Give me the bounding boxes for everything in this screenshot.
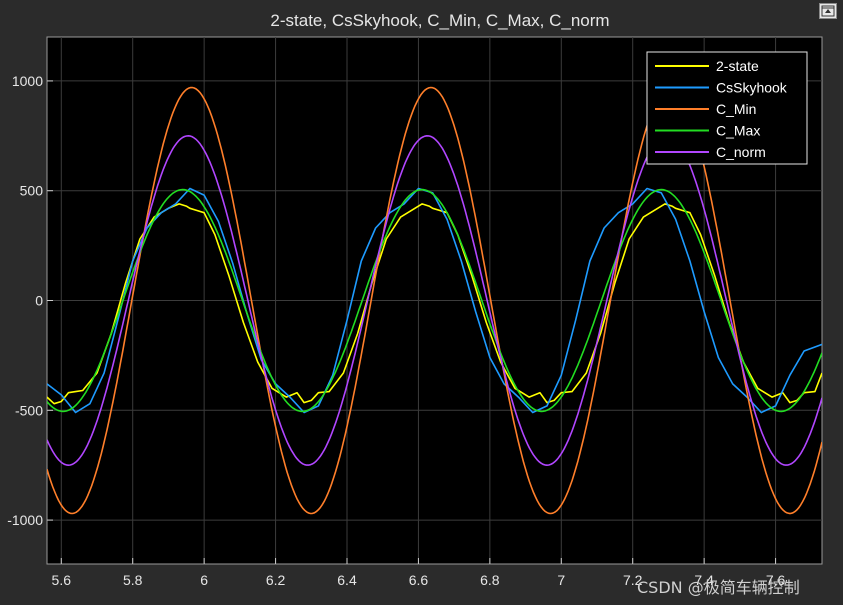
y-tick-label: 0 [35, 293, 43, 309]
x-tick-label: 6.2 [266, 572, 286, 588]
x-tick-label: 6.8 [480, 572, 500, 588]
legend-label: C_Min [716, 101, 756, 117]
x-tick-label: 6.6 [409, 572, 429, 588]
y-tick-label: 500 [20, 183, 44, 199]
x-tick-label: 6.4 [337, 572, 357, 588]
watermark: CSDN @极简车辆控制 [637, 578, 800, 597]
legend-label: 2-state [716, 58, 759, 74]
chart-title: 2-state, CsSkyhook, C_Min, C_Max, C_norm [270, 11, 609, 30]
y-tick-label: -500 [15, 402, 43, 418]
legend: 2-state CsSkyhook C_Min C_Max C_norm [646, 51, 808, 165]
x-tick-label: 7 [557, 572, 565, 588]
legend-label: CsSkyhook [716, 80, 788, 96]
restore-window-button[interactable] [819, 3, 837, 19]
y-tick-label: -1000 [7, 512, 43, 528]
x-tick-label: 6 [200, 572, 208, 588]
x-tick-label: 5.6 [52, 572, 72, 588]
y-tick-label: 1000 [12, 73, 43, 89]
legend-label: C_norm [716, 144, 766, 160]
restore-window-icon [821, 5, 835, 17]
x-tick-label: 5.8 [123, 572, 143, 588]
scope-figure: 2-state, CsSkyhook, C_Min, C_Max, C_norm… [0, 0, 843, 605]
legend-label: C_Max [716, 123, 760, 139]
